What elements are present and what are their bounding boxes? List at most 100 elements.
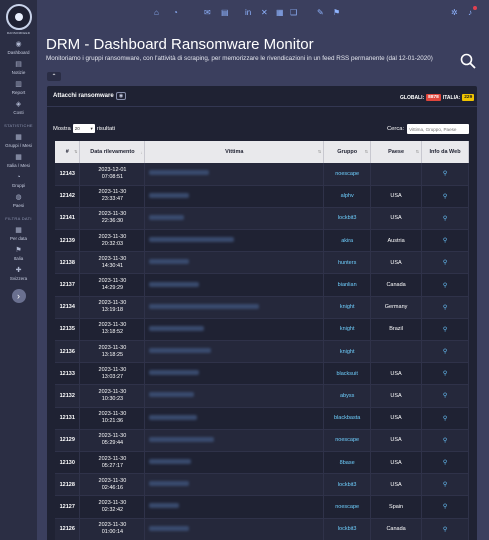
home-icon[interactable]: ⌂	[154, 8, 159, 17]
search-icon[interactable]: ⚲	[443, 438, 447, 444]
cell-group[interactable]: lockbit3	[323, 518, 372, 540]
table-row[interactable]: 12136 2023-11-30 13:18:25 knight ⚲	[55, 340, 469, 364]
cell-victim[interactable]	[144, 451, 325, 475]
search-icon[interactable]: ⚲	[443, 460, 447, 466]
cell-victim[interactable]	[144, 518, 325, 540]
sidebar-item-svizzera[interactable]: ✚ Svizzera	[0, 267, 37, 281]
cell-info[interactable]: ⚲	[421, 318, 469, 342]
table-row[interactable]: 12131 2023-11-30 10:21:36 blackbasta USA ⚲	[55, 407, 469, 430]
table-row[interactable]: 12134 2023-11-30 13:19:18 knight Germany ⚲	[55, 296, 469, 319]
cell-group[interactable]: abyss	[323, 384, 372, 408]
cell-victim[interactable]	[144, 407, 325, 430]
cell-group[interactable]: knight	[323, 318, 372, 342]
search-icon[interactable]: ⚲	[443, 504, 447, 510]
cell-group[interactable]: noescape	[323, 495, 372, 519]
cell-group[interactable]: 8base	[323, 451, 372, 475]
cell-group[interactable]: blacksuit	[323, 362, 372, 386]
cell-info[interactable]: ⚲	[421, 384, 469, 408]
sidebar-item-report[interactable]: ▥ Report	[0, 81, 37, 95]
cell-group[interactable]: alphv	[323, 185, 372, 208]
cell-info[interactable]: ⚲	[421, 163, 469, 186]
search-icon[interactable]: ⚲	[443, 194, 447, 200]
col-header-info[interactable]: Info da Web	[421, 141, 469, 163]
search-icon[interactable]: ⚲	[443, 393, 447, 399]
cell-info[interactable]: ⚲	[421, 185, 469, 208]
cell-victim[interactable]	[144, 163, 325, 186]
cell-info[interactable]: ⚲	[421, 273, 469, 297]
database-icon[interactable]: ▤	[221, 8, 229, 17]
sidebar-item-costi[interactable]: ◈ Costi	[0, 101, 37, 115]
settings-icon[interactable]: ✲	[451, 8, 458, 17]
cell-victim[interactable]	[144, 229, 325, 253]
table-row[interactable]: 12141 2023-11-30 22:36:30 lockbit3 USA ⚲	[55, 207, 469, 231]
table-row[interactable]: 12133 2023-11-30 13:03:27 blacksuit USA ⚲	[55, 362, 469, 386]
cell-victim[interactable]	[144, 318, 325, 342]
table-row[interactable]: 12137 2023-11-30 14:29:29 bianlian Canada ⚲	[55, 273, 469, 297]
table-row[interactable]: 12139 2023-11-30 20:32:03 akira Austria ⚲	[55, 229, 469, 253]
cell-victim[interactable]	[144, 207, 325, 231]
cell-group[interactable]: akira	[323, 229, 372, 253]
sidebar-item-gruppi[interactable]: ◔ Gruppi	[0, 174, 37, 188]
table-row[interactable]: 12143 2023-12-01 07:08:51 noescape ⚲	[55, 163, 469, 186]
search-icon[interactable]	[460, 53, 476, 69]
cell-group[interactable]: noescape	[323, 163, 372, 186]
search-icon[interactable]: ⚲	[443, 327, 447, 333]
sidebar-item-paesi[interactable]: ◍ Paesi	[0, 194, 37, 208]
linkedin-icon[interactable]: in	[245, 8, 251, 17]
bell-icon[interactable]: ♪	[468, 8, 472, 17]
cell-info[interactable]: ⚲	[421, 407, 469, 430]
col-header-id[interactable]: # ⇅	[55, 141, 81, 163]
collapse-header-button[interactable]: ⌃	[47, 72, 61, 81]
flag-icon[interactable]: ⚑	[333, 8, 340, 17]
sidebar-item-gruppi-mesi[interactable]: ▦ Gruppi / Mesi	[0, 134, 37, 148]
search-icon[interactable]: ⚲	[443, 416, 447, 422]
cell-info[interactable]: ⚲	[421, 251, 469, 275]
search-input[interactable]	[407, 124, 470, 134]
table-row[interactable]: 12128 2023-11-30 02:46:16 lockbit3 USA ⚲	[55, 473, 469, 497]
col-header-paese[interactable]: Paese ⇅	[370, 141, 423, 163]
cell-group[interactable]: knight	[323, 340, 372, 364]
cell-group[interactable]: hunters	[323, 251, 372, 275]
search-icon[interactable]: ⚲	[443, 260, 447, 266]
cell-info[interactable]: ⚲	[421, 296, 469, 319]
search-icon[interactable]: ⚲	[443, 238, 447, 244]
cell-group[interactable]: bianlian	[323, 273, 372, 297]
cell-victim[interactable]	[144, 340, 325, 364]
collapse-sidebar-button[interactable]: ›	[11, 289, 26, 303]
cell-info[interactable]: ⚲	[421, 362, 469, 386]
cell-victim[interactable]	[144, 473, 325, 497]
search-icon[interactable]: ⚲	[443, 371, 447, 377]
search-icon[interactable]: ⚲	[443, 216, 447, 222]
cell-info[interactable]: ⚲	[421, 518, 469, 540]
table-row[interactable]: 12135 2023-11-30 13:18:52 knight Brazil ⚲	[55, 318, 469, 342]
cell-group[interactable]: knight	[323, 296, 372, 319]
col-header-date[interactable]: Data rilevamento ↓	[79, 141, 146, 163]
cell-victim[interactable]	[144, 384, 325, 408]
table-row[interactable]: 12126 2023-11-30 01:00:14 lockbit3 Canada ⚲	[55, 518, 469, 540]
cell-group[interactable]: lockbit3	[323, 473, 372, 497]
cell-info[interactable]: ⚲	[421, 473, 469, 497]
cell-info[interactable]: ⚲	[421, 495, 469, 519]
cell-victim[interactable]	[144, 495, 325, 519]
table-row[interactable]: 12142 2023-11-30 23:33:47 alphv USA ⚲	[55, 185, 469, 208]
cell-info[interactable]: ⚲	[421, 340, 469, 364]
tools-icon[interactable]: ✎	[317, 8, 324, 17]
search-icon[interactable]: ⚲	[443, 305, 447, 311]
cell-info[interactable]: ⚲	[421, 229, 469, 253]
cell-group[interactable]: lockbit3	[323, 207, 372, 231]
cell-victim[interactable]	[144, 251, 325, 275]
entries-select[interactable]: 20 ▾	[72, 124, 95, 133]
bookmark-icon[interactable]: ❑	[290, 8, 297, 17]
sidebar-item-dashboard[interactable]: ◉ Dashboard	[0, 41, 37, 55]
search-icon[interactable]: ⚲	[443, 171, 447, 177]
ransomfeed-logo[interactable]	[5, 4, 32, 30]
cell-victim[interactable]	[144, 296, 325, 319]
cell-info[interactable]: ⚲	[421, 207, 469, 231]
search-icon[interactable]: ⚲	[443, 482, 447, 488]
rss-icon[interactable]: ◔	[173, 8, 178, 17]
table-row[interactable]: 12132 2023-11-30 10:30:23 abyss USA ⚲	[55, 384, 469, 408]
cell-group[interactable]: blackbasta	[323, 407, 372, 430]
eye-icon[interactable]: ◉	[116, 92, 126, 100]
table-row[interactable]: 12129 2023-11-30 05:29:44 noescape USA ⚲	[55, 429, 469, 452]
search-icon[interactable]: ⚲	[443, 283, 447, 289]
